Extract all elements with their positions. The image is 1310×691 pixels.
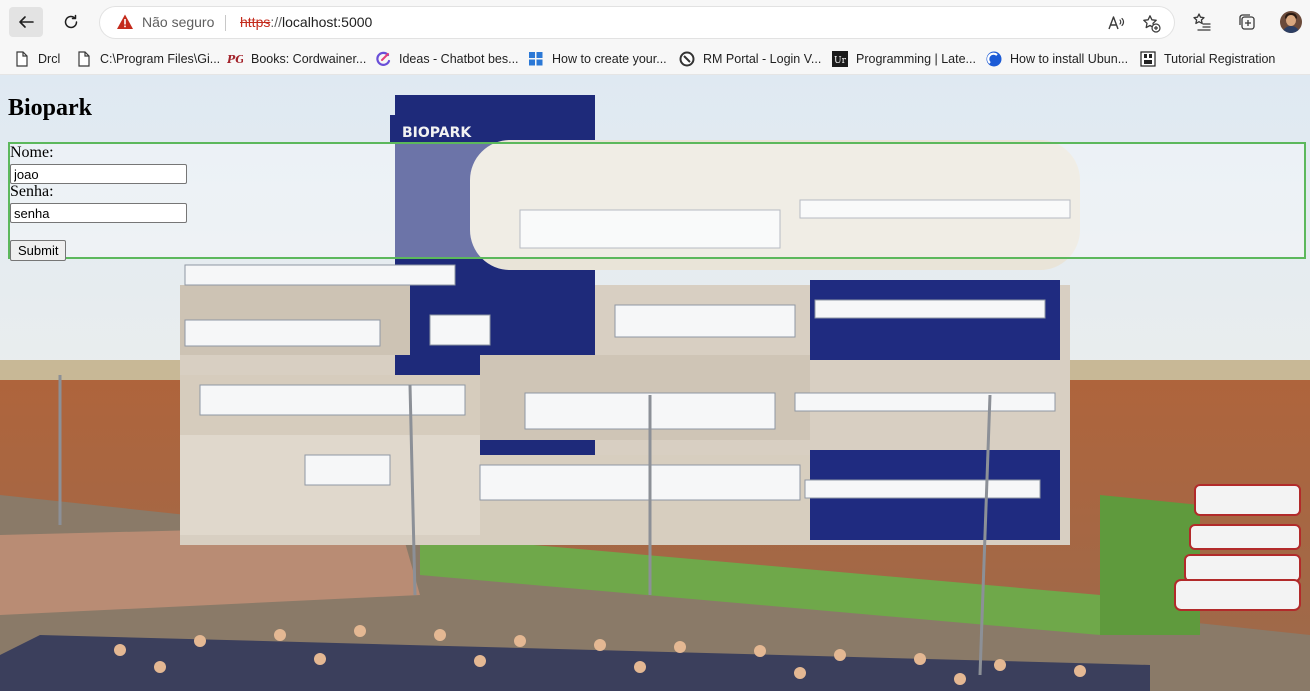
bookmark-label: Programming | Late... [856,52,976,66]
name-label: Nome: [10,144,54,161]
collections-button[interactable] [1236,11,1258,33]
url-scheme: https [240,14,271,30]
password-input[interactable] [10,203,187,223]
bookmark-label: C:\Program Files\Gi... [100,52,221,66]
bookmark-item[interactable]: How to create your... [528,48,667,70]
not-secure-label[interactable]: Não seguro [142,14,214,30]
star-add-icon [1142,14,1161,33]
avatar-shirt [1282,26,1300,33]
bookmark-item[interactable]: How to install Ubun... [986,48,1128,70]
bookmark-label: How to install Ubun... [1010,52,1129,66]
bookmark-item[interactable]: Ur Programming | Late... [832,48,976,70]
bookmark-item[interactable]: Ideas - Chatbot bes... [375,48,519,70]
bookmark-label: Books: Cordwainer... [251,52,367,66]
latex-logo-icon: Ur [832,51,848,67]
browser-toolbar: Não seguro https://localhost:5000 [0,0,1310,44]
bookmark-label: Tutorial Registration [1164,52,1276,66]
registration-logo-icon [1140,51,1156,67]
bookmark-item[interactable]: PG Books: Cordwainer... [227,48,366,70]
pg-logo-icon: PG [227,51,243,67]
rm-logo-icon [679,51,695,67]
warning-triangle-icon[interactable] [116,13,134,31]
bookmark-label: RM Portal - Login V... [703,52,822,66]
ideas-logo-icon [375,51,391,67]
bookmark-label: Ideas - Chatbot bes... [399,52,519,66]
read-aloud-icon [1108,16,1125,30]
windows-logo-icon [528,51,544,67]
password-label: Senha: [10,183,54,200]
add-favorite-button[interactable] [1141,13,1161,33]
favorites-list-icon [1193,13,1211,31]
building-sign-text: BIOPARK [402,125,472,141]
refresh-icon [64,14,78,29]
favorites-button[interactable] [1191,11,1213,33]
page-viewport: BIOPARK Biopark Nome: joao Senha: senha … [0,75,1310,691]
bookmark-item[interactable]: C:\Program Files\Gi... [76,48,220,70]
read-aloud-button[interactable] [1106,13,1126,33]
page-icon [14,51,30,67]
bookmark-label: How to create your... [552,52,667,66]
address-divider [225,15,226,31]
bookmark-item[interactable]: RM Portal - Login V... [679,48,821,70]
refresh-button[interactable] [54,7,88,37]
bookmark-label: Drcl [38,52,61,66]
name-input[interactable] [10,164,187,184]
page-title: Biopark [8,95,93,121]
url-scheme-separator: :// [270,14,283,30]
url-text[interactable]: https://localhost:5000 [240,14,372,30]
avatar-face [1286,15,1296,26]
bookmark-item[interactable]: Tutorial Registration [1140,48,1275,70]
svg-text:PG: PG [227,53,243,66]
bookmark-item[interactable]: Drcl [14,48,60,70]
login-form: Nome: Senha: Submit [8,142,1306,261]
back-button[interactable] [9,7,43,37]
bookmarks-bar: Drcl C:\Program Files\Gi... PG Books: Co… [0,44,1310,75]
arrow-left-icon [19,16,34,28]
page-icon [76,51,92,67]
url-host: localhost:5000 [282,14,373,30]
address-bar[interactable]: Não seguro https://localhost:5000 [100,7,1174,38]
svg-text:Ur: Ur [834,56,847,66]
ubuntu-logo-icon [986,51,1002,67]
collections-icon [1239,14,1255,30]
profile-avatar[interactable] [1280,11,1302,33]
submit-button[interactable]: Submit [10,240,67,261]
